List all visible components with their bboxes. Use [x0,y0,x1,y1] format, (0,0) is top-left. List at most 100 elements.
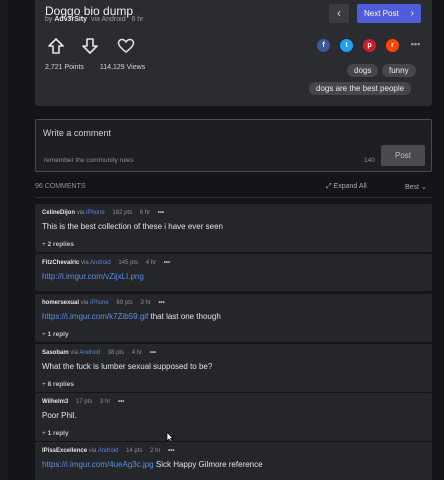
more-options-icon[interactable]: ••• [164,260,170,266]
comment-text: http://i.imgur.com/vZijxLI.png [42,272,144,281]
comment-meta: FitzChevalric via Android 145 pts 4 hr •… [42,260,170,266]
expand-all-button[interactable]: ⤢ Expand All [326,183,367,191]
tag-chip[interactable]: dogs are the best people [309,82,412,95]
comment-author[interactable]: Wilhelm3 [42,399,68,405]
comment-text: https://i.imgur.com/k7Zib59.gif that las… [42,312,221,321]
comment-count: 96 COMMENTS [35,183,86,190]
points-count: 2,721 Points [45,64,84,71]
sort-select[interactable]: Best ⌄ [405,183,427,191]
comment-source[interactable]: iPhone [86,210,105,216]
comment-input[interactable]: Write a comment [43,128,111,138]
replies-toggle[interactable]: + 2 replies [42,241,74,248]
comment-source[interactable]: Android [90,260,111,266]
comment: Sasobam via Android 38 pts 4 hr ••• What… [35,344,432,392]
comment-points: 14 pts [126,448,143,454]
post-author[interactable]: Adv3rSity [54,16,87,23]
more-options-icon[interactable]: ••• [118,399,124,405]
upvote-icon[interactable] [47,38,65,54]
comment-text: What the fuck is lumber sexual supposed … [42,362,213,371]
comment-age: 2 hr [150,448,161,454]
sort-label: Best [405,184,420,191]
reddit-icon[interactable]: r [386,39,399,52]
comment-text: Poor Phil. [42,411,77,420]
replies-word: replies [53,241,75,248]
comment-age: 4 hr [145,260,157,266]
comment-points: 69 pts [116,300,133,306]
comments-header: 96 COMMENTS ⤢ Expand All Best ⌄ [35,183,432,195]
comment-meta: Sasobam via Android 38 pts 4 hr ••• [42,350,156,356]
replies-toggle[interactable]: + 8 replies [42,381,74,388]
next-post-button[interactable]: Next Post › [357,4,421,23]
comment-author[interactable]: Sasobam [42,350,69,356]
comment-meta: Wilhelm3 17 pts 3 hr ••• [42,399,124,405]
replies-word: reply [53,331,69,338]
chevron-right-icon: › [410,8,414,19]
left-edge [0,0,8,480]
comment-link[interactable]: https://i.imgur.com/k7Zib59.gif [42,312,148,321]
twitter-icon[interactable]: t [340,39,353,52]
more-options-icon[interactable]: ••• [409,39,422,52]
tag-chip[interactable]: funny [382,64,416,77]
comment-source[interactable]: iPhone [90,300,109,306]
expand-all-label: Expand All [333,183,367,190]
expand-icon: ⤢ [326,183,334,190]
post-source[interactable]: Android [101,16,125,23]
comment-source[interactable]: Android [98,448,119,454]
comment-author[interactable]: IPissExcellence [42,448,87,454]
via-label: via [76,210,85,216]
comment-age: 4 hr [131,350,143,356]
comment: FitzChevalric via Android 145 pts 4 hr •… [35,254,432,291]
mouse-cursor-icon [166,431,174,443]
comment-meta: CelineDijon via iPhone 182 pts 6 hr ••• [42,210,164,216]
comment-form[interactable]: Write a comment remember the community r… [35,119,432,172]
comment: IPissExcellence via Android 14 pts 2 hr … [35,442,432,480]
pinterest-icon[interactable]: p [363,39,376,52]
via-label: via [70,350,79,356]
comment-age: 3 hr [140,300,151,306]
comment: Wilhelm3 17 pts 3 hr ••• Poor Phil. + 1 … [35,393,432,441]
via-label: via [81,260,89,266]
next-post-label: Next Post [364,9,399,18]
downvote-icon[interactable] [81,38,99,54]
facebook-icon[interactable]: f [317,39,330,52]
replies-count: 2 [47,241,52,248]
comment-points: 17 pts [75,399,93,405]
comment-author[interactable]: CelineDijon [42,210,75,216]
comment-author[interactable]: homersexual [42,300,79,306]
comment-text-suffix: Sick Happy Gilmore reference [155,460,263,469]
comment-points: 145 pts [118,260,139,266]
post-stats: 2,721 Points 114,129 Views [45,64,159,71]
comment-age: 6 hr [139,210,151,216]
comment-link[interactable]: https://i.imgur.com/4ueAg3c.jpg [42,460,154,469]
comment-meta: homersexual via iPhone 69 pts 3 hr ••• [42,300,165,306]
comment-link[interactable]: http://i.imgur.com/vZijxLI.png [42,272,144,281]
comment-text: This is the best collection of these i h… [42,222,223,231]
replies-toggle[interactable]: + 1 reply [42,430,69,437]
byline-by: by [45,16,53,23]
comment-author[interactable]: FitzChevalric [42,260,79,266]
post-age: 6 hr [131,16,144,23]
via-label: via [90,16,100,23]
more-options-icon[interactable]: ••• [158,300,164,306]
more-options-icon[interactable]: ••• [168,448,174,454]
community-rules-hint: remember the community rules [44,157,134,164]
heart-icon[interactable] [117,38,135,54]
comment-points: 38 pts [107,350,125,356]
comment: homersexual via iPhone 69 pts 3 hr ••• h… [35,294,432,342]
replies-toggle[interactable]: + 1 reply [42,331,69,338]
prev-post-button[interactable]: ‹ [329,4,349,23]
chevron-down-icon: ⌄ [419,184,427,191]
replies-word: replies [53,381,75,388]
replies-count: 8 [47,381,52,388]
via-label: via [80,300,89,306]
post-byline: by Adv3rSity via Android 6 hr [45,16,144,23]
comment-source[interactable]: Android [79,350,100,356]
replies-count: 1 [47,430,52,437]
divider [35,197,432,198]
views-count: 114,129 Views [99,64,146,71]
tag-chip[interactable]: dogs [347,64,379,77]
comment-meta: IPissExcellence via Android 14 pts 2 hr … [42,448,174,454]
post-comment-button[interactable]: Post [381,145,425,166]
more-options-icon[interactable]: ••• [158,210,164,216]
more-options-icon[interactable]: ••• [150,350,156,356]
